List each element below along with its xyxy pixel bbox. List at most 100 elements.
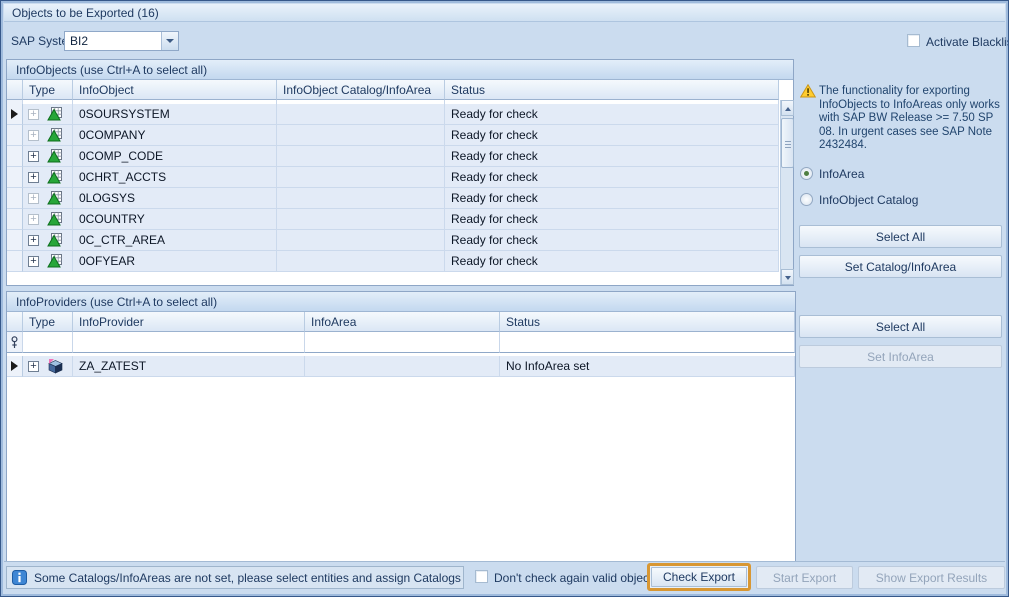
scroll-up-button[interactable] [781,100,794,116]
expand-icon[interactable]: + [28,235,39,246]
chevron-down-icon [166,39,174,43]
expand-icon[interactable]: + [28,130,39,141]
characteristic-icon [47,148,63,164]
set-infoarea-button[interactable]: Set InfoArea [799,345,1002,368]
expand-icon[interactable]: + [28,193,39,204]
characteristic-icon [47,211,63,227]
infoproviders-group-title: InfoProviders (use Ctrl+A to select all) [7,292,795,312]
filter-row-indicator [7,332,23,353]
filter-cell-infoarea[interactable] [305,332,500,353]
infoobjects-group-title: InfoObjects (use Ctrl+A to select all) [7,60,793,80]
infoobject-name: 0SOURSYSTEM [73,104,277,125]
dont-check-again-checkbox[interactable] [475,570,488,583]
expand-icon[interactable]: + [28,361,39,372]
status-message-box: Some Catalogs/InfoAreas are not set, ple… [6,566,464,589]
scrollbar-thumb[interactable] [781,118,794,168]
warning-text: The functionality for exporting InfoObje… [819,85,1006,153]
status-cell: Ready for check [445,188,779,209]
check-export-highlight: Check Export [647,563,751,591]
infoprovider-name: ZA_ZATEST [73,356,305,377]
export-dialog: Objects to be Exported (16) SAP System B… [0,0,1009,597]
expand-icon[interactable]: + [28,151,39,162]
radio-infoobject-catalog-label: InfoObject Catalog [819,193,918,207]
catalog-cell [277,167,445,188]
infoobject-name: 0COMP_CODE [73,146,277,167]
adso-cube-icon [47,358,64,375]
scroll-down-icon [785,276,791,280]
start-export-button[interactable]: Start Export [756,566,853,589]
characteristic-icon [47,127,63,143]
table-row[interactable]: + 0COUNTRY Ready for check [7,209,779,230]
activate-blacklist-checkbox[interactable] [907,34,920,47]
combo-dropdown-button[interactable] [161,32,178,50]
status-cell: Ready for check [445,230,779,251]
warning-icon [800,84,816,98]
characteristic-icon [47,232,63,248]
table-row[interactable]: + 0COMPANY Ready for check [7,125,779,146]
catalog-cell [277,104,445,125]
focused-row-arrow [11,109,18,119]
check-export-button[interactable]: Check Export [651,567,747,587]
status-cell: No InfoArea set [500,356,795,377]
table-row[interactable]: + 0SOURSYSTEM Ready for check [7,104,779,125]
status-cell: Ready for check [445,104,779,125]
column-header-status[interactable]: Status [445,80,779,100]
catalog-cell [277,230,445,251]
status-cell: Ready for check [445,146,779,167]
table-row[interactable]: + 0LOGSYS Ready for check [7,188,779,209]
infoproviders-select-all-button[interactable]: Select All [799,315,1002,338]
focused-row-arrow [11,361,18,371]
expand-icon[interactable]: + [28,172,39,183]
expand-icon[interactable]: + [28,256,39,267]
characteristic-icon [47,253,63,269]
set-catalog-infoarea-button[interactable]: Set Catalog/InfoArea [799,255,1002,278]
filter-cell-infoprovider[interactable] [73,332,305,353]
grid-empty-area [7,377,795,561]
bottom-bar: Some Catalogs/InfoAreas are not set, ple… [4,561,1005,593]
show-export-results-button[interactable]: Show Export Results [858,566,1005,589]
status-message: Some Catalogs/InfoAreas are not set, ple… [34,571,461,585]
filter-cell-status[interactable] [500,332,795,353]
expand-icon[interactable]: + [28,214,39,225]
infoobject-name: 0LOGSYS [73,188,277,209]
column-header-status[interactable]: Status [500,312,795,332]
expand-icon[interactable]: + [28,109,39,120]
column-header-type[interactable]: Type [23,80,73,100]
characteristic-icon [47,190,63,206]
column-header-infoarea[interactable]: InfoArea [305,312,500,332]
status-cell: Ready for check [445,125,779,146]
catalog-cell [277,146,445,167]
table-row[interactable]: + 0C_CTR_AREA Ready for check [7,230,779,251]
column-header-catalog[interactable]: InfoObject Catalog/InfoArea [277,80,445,100]
vertical-scrollbar[interactable] [780,100,793,285]
catalog-cell [277,188,445,209]
infoobjects-group: InfoObjects (use Ctrl+A to select all) T… [6,59,794,286]
radio-infoobject-catalog[interactable] [800,193,813,206]
row-indicator-header [7,312,23,332]
table-row[interactable]: + ZA_ZATEST No InfoArea set [7,356,795,377]
table-row[interactable]: + 0CHRT_ACCTS Ready for check [7,167,779,188]
scroll-down-button[interactable] [781,269,794,285]
sap-system-combobox[interactable]: BI2 [64,31,179,51]
characteristic-icon [47,169,63,185]
sap-system-value: BI2 [70,34,88,48]
status-cell: Ready for check [445,167,779,188]
column-header-type[interactable]: Type [23,312,73,332]
filter-cell-type[interactable] [23,332,73,353]
table-row[interactable]: + 0OFYEAR Ready for check [7,251,779,272]
catalog-cell [277,251,445,272]
radio-infoarea-label: InfoArea [819,167,864,181]
infoobjects-select-all-button[interactable]: Select All [799,225,1002,248]
status-cell: Ready for check [445,209,779,230]
column-header-infoobject[interactable]: InfoObject [73,80,277,100]
radio-infoarea[interactable] [800,167,813,180]
infoobject-name: 0COMPANY [73,125,277,146]
row-indicator-header [7,80,23,100]
activate-blacklist-label: Activate Blacklist [926,35,1009,49]
catalog-cell [277,125,445,146]
column-header-infoprovider[interactable]: InfoProvider [73,312,305,332]
infoarea-cell [305,356,500,377]
characteristic-icon [47,106,63,122]
table-row[interactable]: + 0COMP_CODE Ready for check [7,146,779,167]
info-icon [12,570,27,585]
